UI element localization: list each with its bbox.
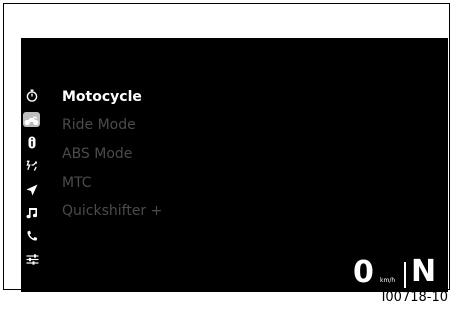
gear-indicator: N (411, 254, 437, 289)
menu-item-abs-mode[interactable]: ABS Mode (62, 146, 132, 162)
phone-icon[interactable] (25, 229, 39, 243)
figure-frame: Motocycle Ride Mode ABS Mode MTC Quicksh… (3, 3, 450, 292)
motorcycle-icon[interactable] (23, 112, 40, 127)
dashboard-screen: Motocycle Ride Mode ABS Mode MTC Quicksh… (21, 38, 448, 292)
info-icon[interactable] (25, 135, 39, 149)
menu-item-mtc[interactable]: MTC (62, 175, 92, 191)
traffic-info-icon[interactable] (25, 158, 39, 172)
music-note-icon[interactable] (25, 206, 39, 220)
menu-item-ride-mode[interactable]: Ride Mode (62, 117, 136, 133)
navigation-arrow-icon[interactable] (25, 183, 39, 197)
speed-unit: km/h (380, 277, 396, 284)
menu-item-motocycle[interactable]: Motocycle (62, 89, 142, 105)
gear-separator (404, 262, 406, 288)
speed-readout: 0 (353, 255, 374, 290)
settings-sliders-icon[interactable] (25, 252, 39, 266)
stopwatch-icon[interactable] (25, 88, 39, 102)
figure-code: I00718-10 (381, 290, 448, 305)
menu-item-quickshifter[interactable]: Quickshifter + (62, 203, 162, 219)
